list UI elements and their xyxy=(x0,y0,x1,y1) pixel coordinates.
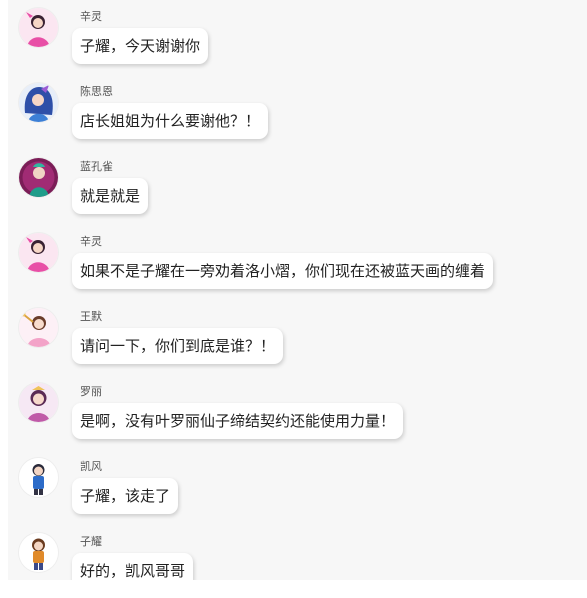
message-bubble: 子耀，该走了 xyxy=(72,478,179,514)
avatar[interactable] xyxy=(19,383,58,422)
message-item: 蓝孔雀 就是就是 xyxy=(8,150,587,225)
sender-name: 罗丽 xyxy=(80,385,102,398)
message-bubble: 店长姐姐为什么要谢他？！ xyxy=(72,103,269,139)
message-item: 王默 请问一下，你们到底是谁？！ xyxy=(8,300,587,375)
avatar[interactable] xyxy=(19,83,58,122)
chensien-avatar-icon xyxy=(19,83,58,122)
message-bubble: 如果不是子耀在一旁劝着洛小熠，你们现在还被蓝天画的缠着 xyxy=(72,253,494,289)
sender-name: 子耀 xyxy=(80,535,102,548)
sender-name: 蓝孔雀 xyxy=(80,160,113,173)
sender-name: 凯风 xyxy=(80,460,102,473)
message-item: 陈思恩 店长姐姐为什么要谢他？！ xyxy=(8,75,587,150)
sender-name: 陈思恩 xyxy=(80,85,113,98)
avatar[interactable] xyxy=(19,8,58,47)
message-item: 罗丽 是啊，没有叶罗丽仙子缔结契约还能使用力量！ xyxy=(8,375,587,450)
avatar[interactable] xyxy=(19,308,58,347)
message-item: 辛灵 子耀，今天谢谢你 xyxy=(8,0,587,75)
avatar[interactable] xyxy=(19,233,58,272)
sender-name: 王默 xyxy=(80,310,102,323)
wangmo-avatar-icon xyxy=(19,308,58,347)
xinling-avatar-icon xyxy=(19,233,58,272)
message-item: 子耀 好的，凯风哥哥 xyxy=(8,525,587,580)
xinling-avatar-icon xyxy=(19,8,58,47)
avatar[interactable] xyxy=(19,458,58,497)
message-item: 凯风 子耀，该走了 xyxy=(8,450,587,525)
message-bubble: 好的，凯风哥哥 xyxy=(72,553,194,580)
sender-name: 辛灵 xyxy=(80,10,102,23)
lankongque-avatar-icon xyxy=(19,158,58,197)
sender-name: 辛灵 xyxy=(80,235,102,248)
avatar[interactable] xyxy=(19,533,58,572)
message-bubble: 子耀，今天谢谢你 xyxy=(72,28,209,64)
message-bubble: 请问一下，你们到底是谁？！ xyxy=(72,328,284,364)
chat-panel[interactable]: 辛灵 子耀，今天谢谢你 陈思恩 店长姐姐为什么要谢他？！ 蓝孔雀 就是就是 辛灵… xyxy=(8,0,587,580)
message-bubble: 是啊，没有叶罗丽仙子缔结契约还能使用力量！ xyxy=(72,403,404,439)
message-bubble: 就是就是 xyxy=(72,178,149,214)
ziyao-avatar-icon xyxy=(19,533,58,572)
avatar[interactable] xyxy=(19,158,58,197)
luoli-avatar-icon xyxy=(19,383,58,422)
kaifeng-avatar-icon xyxy=(19,458,58,497)
message-item: 辛灵 如果不是子耀在一旁劝着洛小熠，你们现在还被蓝天画的缠着 xyxy=(8,225,587,300)
